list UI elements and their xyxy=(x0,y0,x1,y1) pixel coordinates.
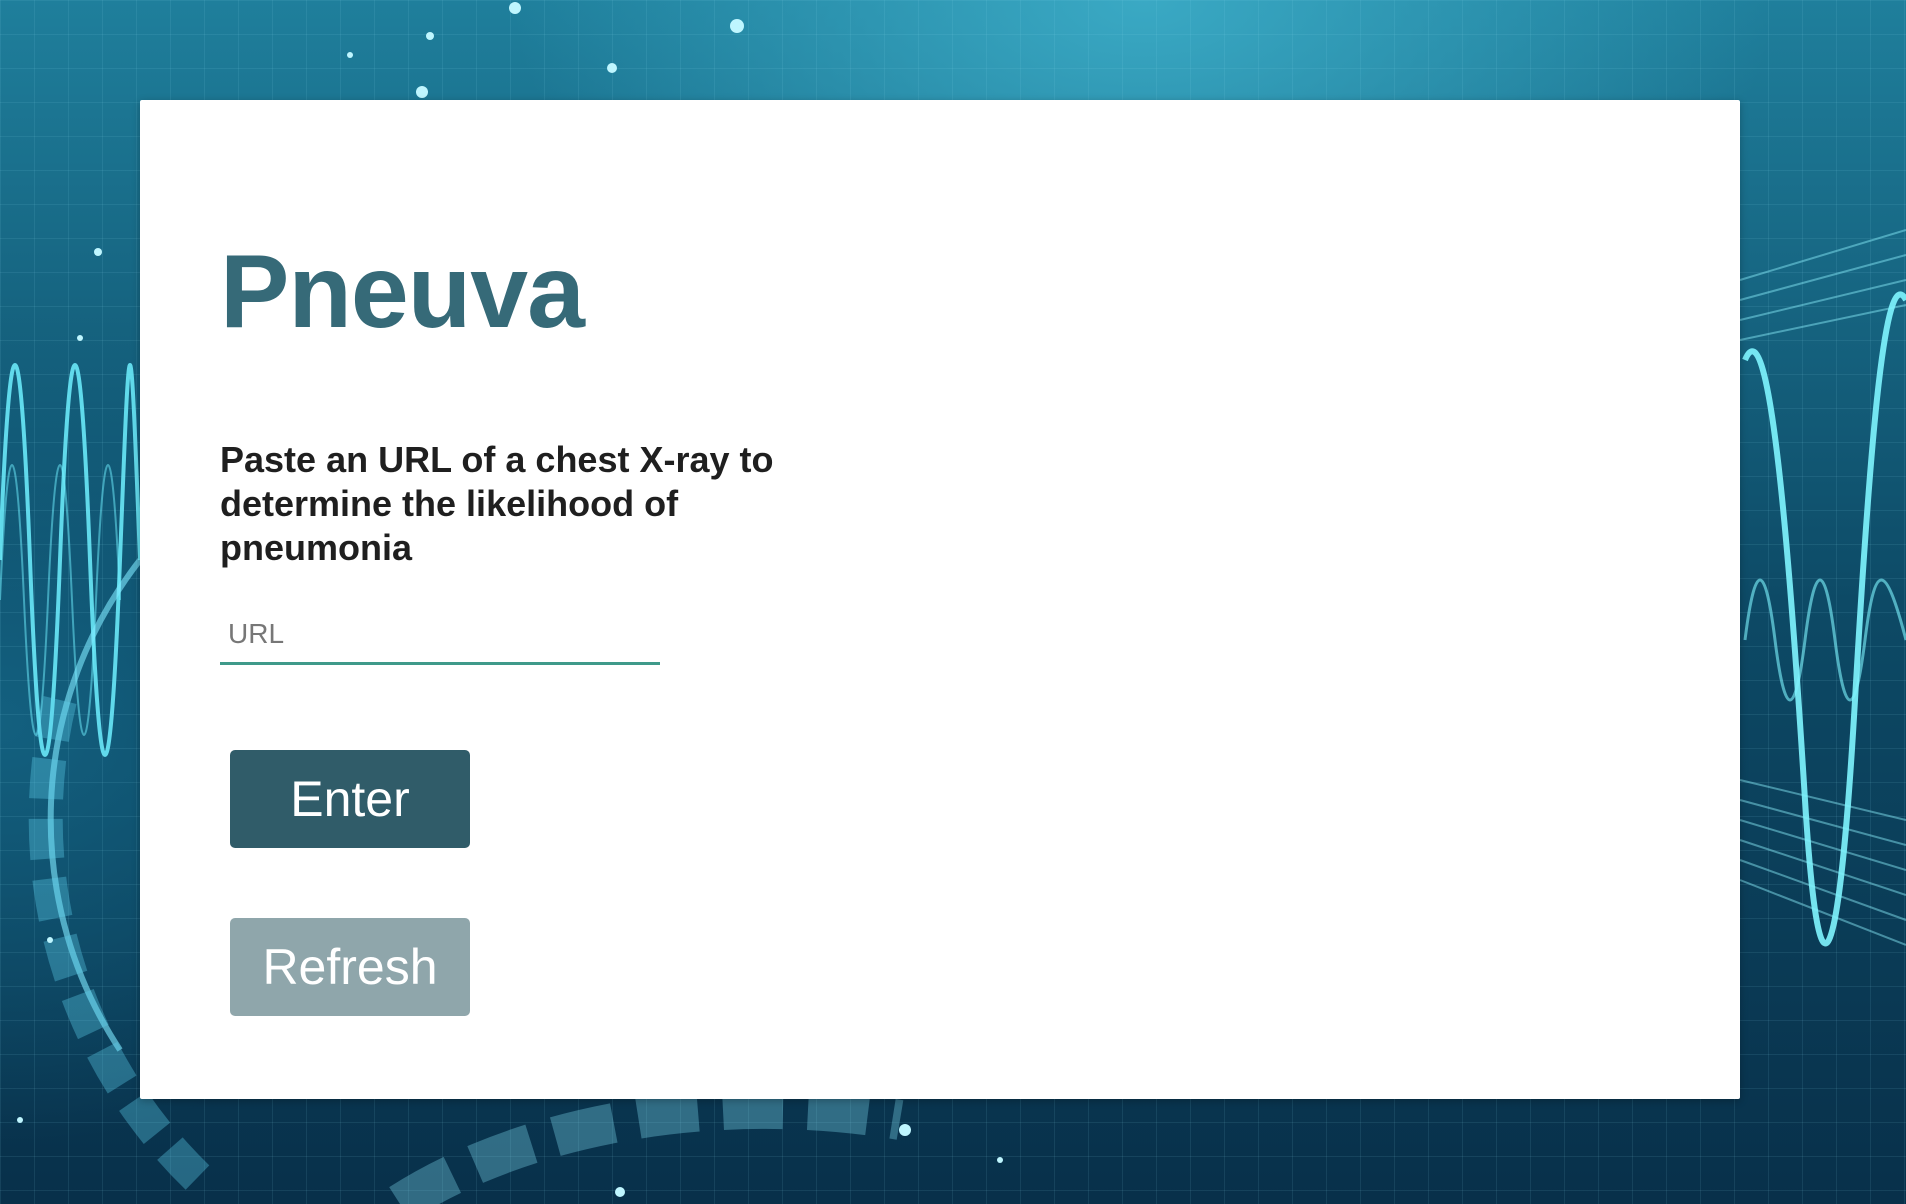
url-input[interactable] xyxy=(220,605,660,665)
instructions-text: Paste an URL of a chest X-ray to determi… xyxy=(220,439,774,568)
main-card: Pneuva Paste an URL of a chest X-ray to … xyxy=(140,100,1740,1099)
app-title: Pneuva xyxy=(220,234,585,350)
url-field-wrapper xyxy=(220,605,660,669)
enter-button[interactable]: Enter xyxy=(230,750,470,848)
refresh-button[interactable]: Refresh xyxy=(230,918,470,1016)
